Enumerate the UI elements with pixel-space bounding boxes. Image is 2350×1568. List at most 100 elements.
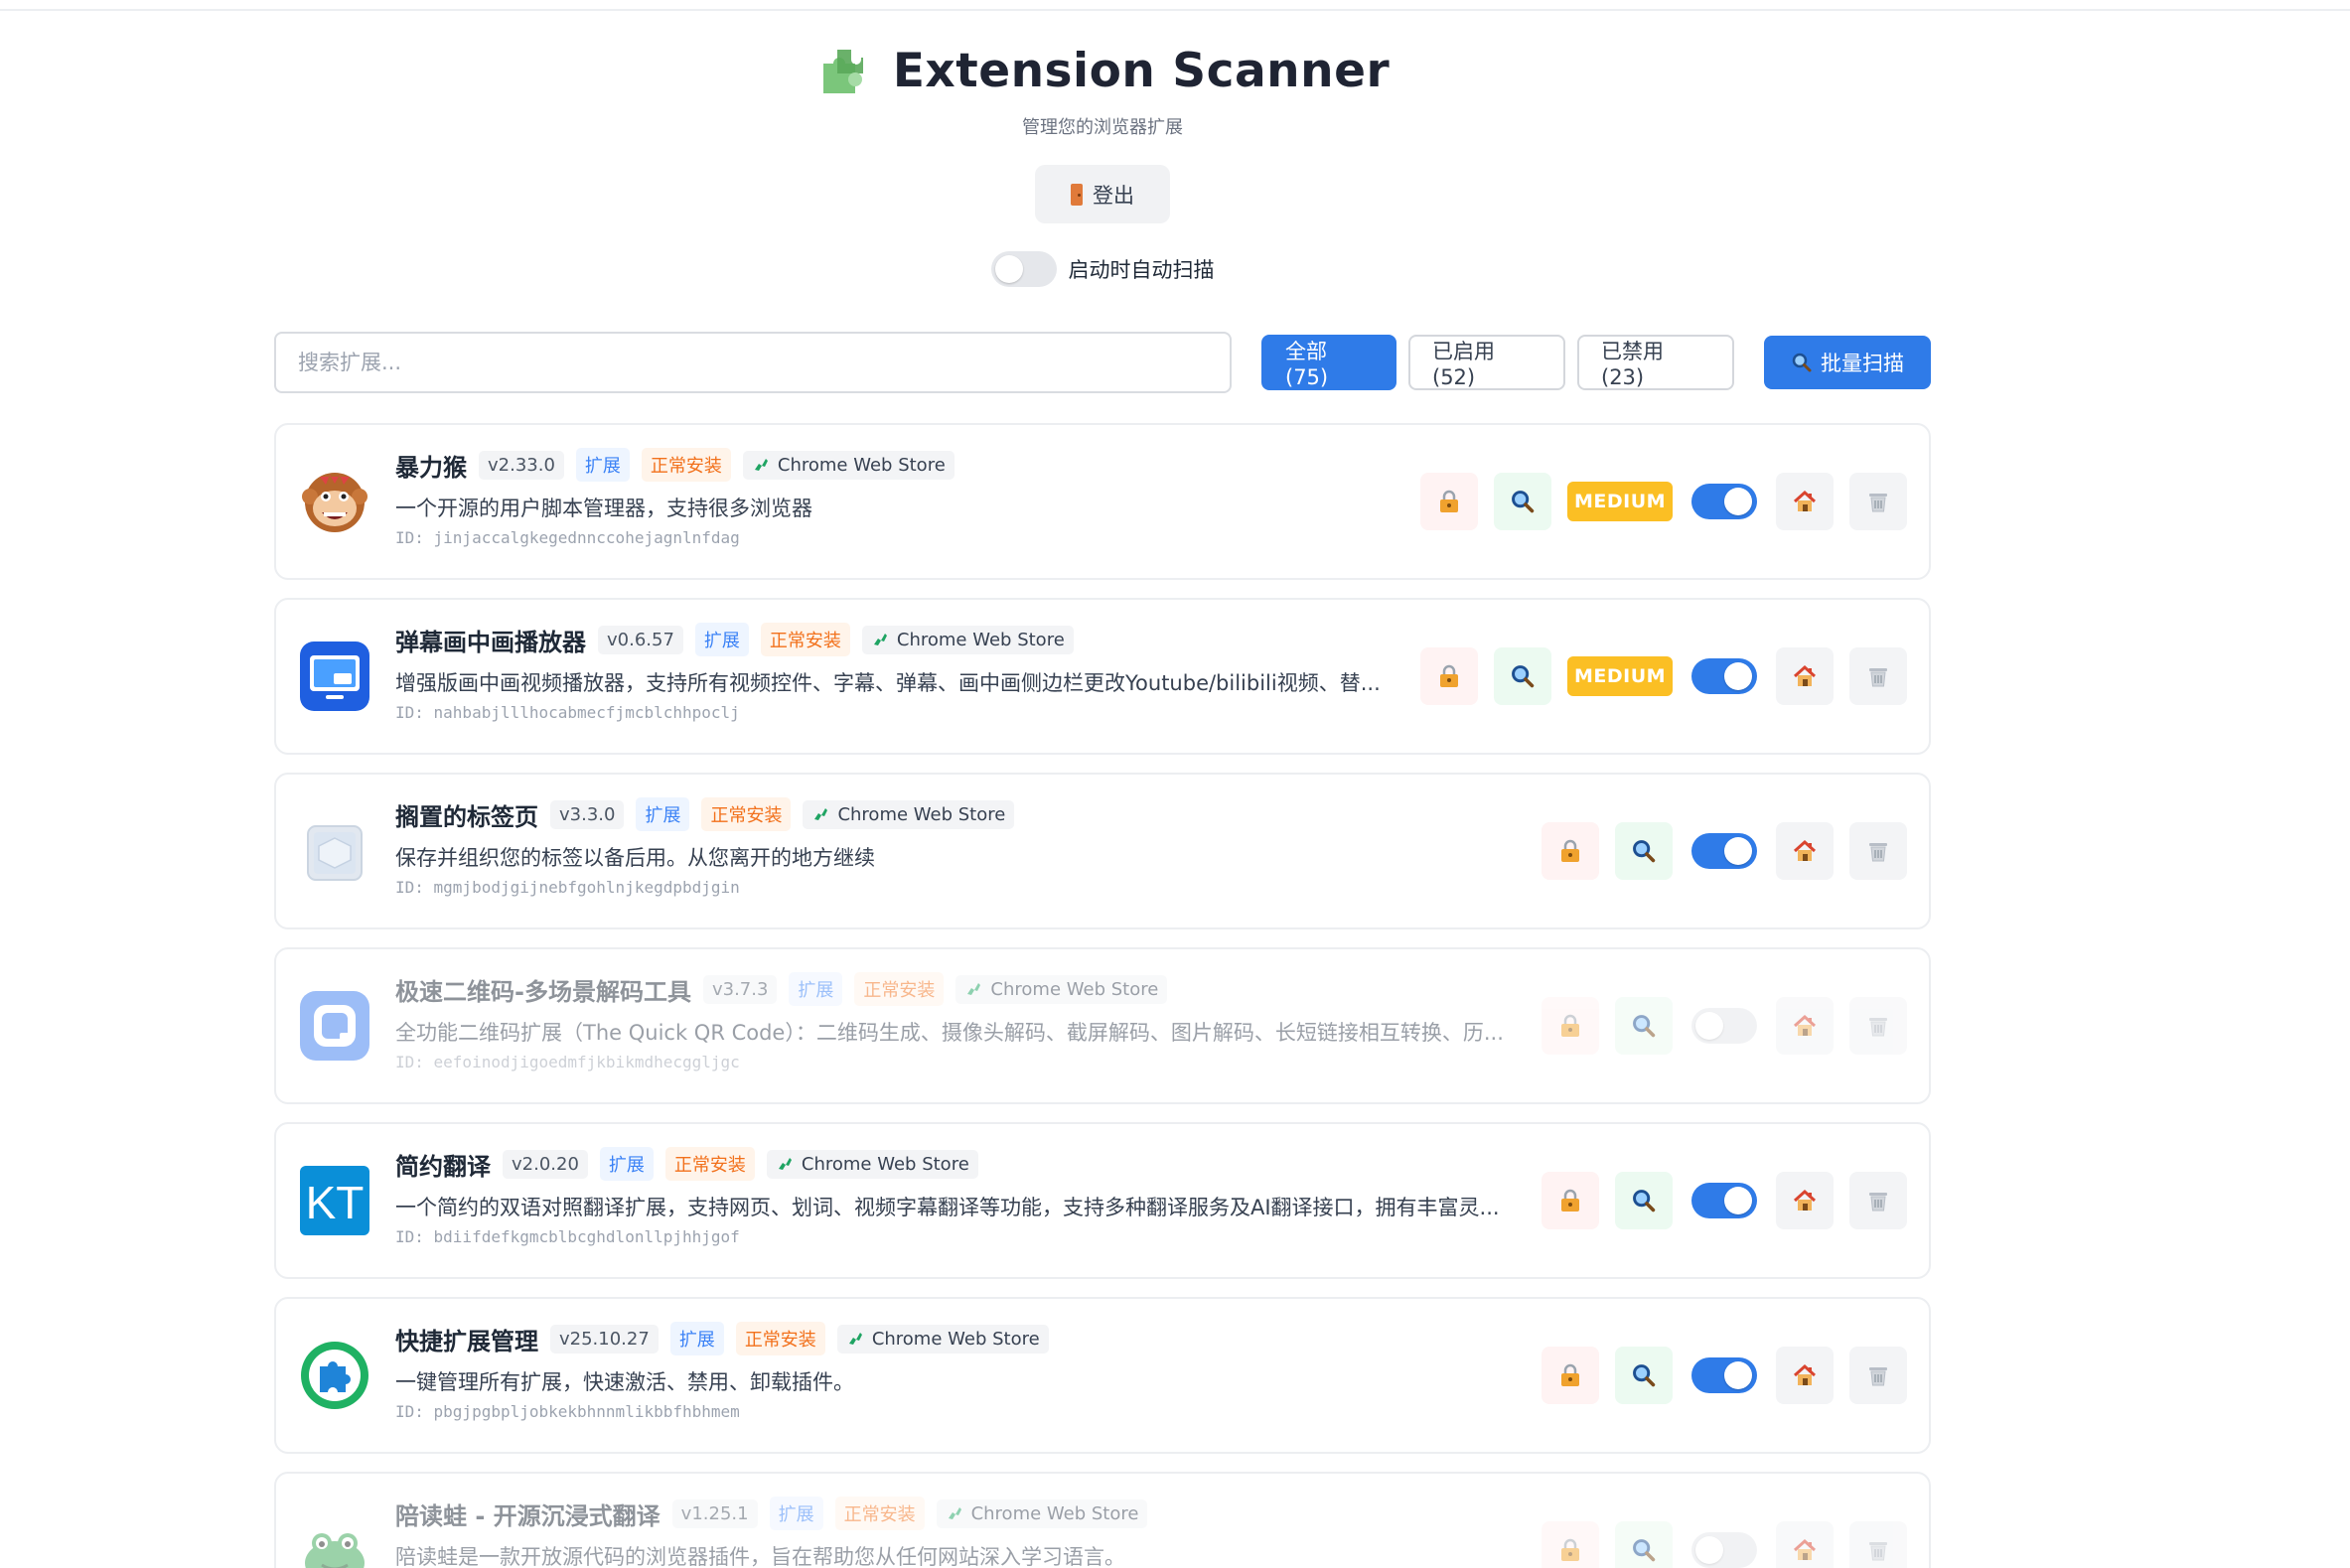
top-divider (0, 0, 2350, 11)
dino-icon (754, 459, 768, 471)
remove-button[interactable] (1849, 1521, 1907, 1568)
store-label: Chrome Web Store (871, 1328, 1040, 1350)
pip-player-icon (298, 640, 371, 713)
enable-toggle[interactable] (1689, 1521, 1760, 1568)
remove-button[interactable] (1849, 473, 1907, 530)
magnifier-icon (1792, 353, 1812, 372)
homepage-button[interactable] (1776, 822, 1834, 880)
lock-icon (1561, 1363, 1579, 1386)
filter-all-button[interactable]: 全部 (75) (1261, 335, 1396, 390)
lock-icon (1561, 1538, 1579, 1561)
extension-card: 弹幕画中画播放器 v0.6.57 扩展 正常安装 Chrome Web Store 增强版… (274, 598, 1931, 755)
trash-icon (1869, 843, 1887, 862)
extension-name: 搁置的标签页 (395, 802, 538, 831)
remove-button[interactable] (1849, 1172, 1907, 1229)
remove-button[interactable] (1849, 647, 1907, 705)
risk-badge[interactable]: MEDIUM (1567, 656, 1673, 696)
batch-scan-button[interactable]: 批量扫描 (1764, 336, 1931, 389)
page-header: Extension Scanner 管理您的浏览器扩展 登出 启动时自动扫描 (0, 38, 2205, 287)
risk-badge[interactable]: MEDIUM (1567, 482, 1673, 521)
trash-icon (1869, 1018, 1887, 1037)
remove-button[interactable] (1849, 822, 1907, 880)
page-subtitle: 管理您的浏览器扩展 (1022, 117, 1183, 138)
extension-actions (1526, 822, 1907, 880)
extension-info: 搁置的标签页 v3.3.0 扩展 正常安装 Chrome Web Store 保存并组织您… (395, 796, 1647, 897)
homepage-button[interactable] (1776, 1347, 1834, 1404)
page-title: Extension Scanner (892, 43, 1391, 98)
magnifier-icon (1633, 1015, 1656, 1038)
extension-actions (1526, 1172, 1907, 1229)
store-badge: Chrome Web Store (955, 974, 1168, 1004)
permissions-button[interactable] (1420, 647, 1478, 705)
extension-name: 快捷扩展管理 (395, 1327, 538, 1355)
version-badge: v3.7.3 (702, 974, 778, 1004)
enable-toggle[interactable] (1689, 997, 1760, 1055)
homepage-button[interactable] (1776, 1521, 1834, 1568)
scan-button[interactable] (1615, 822, 1673, 880)
enable-toggle[interactable] (1689, 647, 1760, 705)
enable-toggle[interactable] (1689, 822, 1760, 880)
logout-label: 登出 (1093, 183, 1134, 208)
permissions-button[interactable] (1542, 1172, 1599, 1229)
extension-info: 简约翻译 v2.0.20 扩展 正常安装 Chrome Web Store 一个简约的双语… (395, 1146, 1647, 1246)
dino-icon (873, 634, 887, 645)
home-icon (1793, 490, 1817, 511)
scan-button[interactable] (1494, 473, 1551, 530)
extension-description: 全功能二维码扩展（The Quick QR Code）：二维码生成、摄像头解码、… (395, 1021, 1504, 1045)
store-label: Chrome Web Store (837, 803, 1006, 825)
install-badge: 正常安装 (854, 972, 945, 1006)
auto-scan-toggle[interactable] (990, 251, 1057, 287)
magnifier-icon (1633, 1364, 1656, 1387)
permissions-button[interactable] (1542, 822, 1599, 880)
remove-button[interactable] (1849, 1347, 1907, 1404)
trash-icon (1869, 668, 1887, 687)
extension-actions (1526, 1521, 1907, 1568)
homepage-button[interactable] (1776, 647, 1834, 705)
store-badge: Chrome Web Store (803, 799, 1015, 829)
magnifier-icon (1633, 1539, 1656, 1562)
lock-icon (1440, 664, 1458, 687)
auto-scan-row: 启动时自动扫描 (0, 251, 2205, 287)
enable-toggle[interactable] (1689, 1172, 1760, 1229)
remove-button[interactable] (1849, 997, 1907, 1055)
version-badge: v2.33.0 (479, 450, 564, 480)
home-icon (1793, 839, 1817, 861)
scan-button[interactable] (1615, 997, 1673, 1055)
extension-actions (1526, 1347, 1907, 1404)
monkey-icon (298, 465, 371, 538)
extension-card: 暴力猴 v2.33.0 扩展 正常安装 Chrome Web Store 一个开源的用户脚… (274, 423, 1931, 580)
puzzle-icon (298, 1339, 371, 1412)
enable-toggle[interactable] (1689, 1347, 1760, 1404)
trash-icon (1869, 494, 1887, 512)
permissions-button[interactable] (1420, 473, 1478, 530)
home-icon (1793, 1189, 1817, 1211)
trash-icon (1869, 1193, 1887, 1212)
extension-card: 搁置的标签页 v3.3.0 扩展 正常安装 Chrome Web Store 保存并组织您… (274, 773, 1931, 929)
permissions-button[interactable] (1542, 1347, 1599, 1404)
search-input[interactable] (274, 332, 1232, 393)
install-badge: 正常安装 (834, 1497, 925, 1530)
install-badge: 正常安装 (641, 448, 731, 482)
homepage-button[interactable] (1776, 997, 1834, 1055)
scan-button[interactable] (1615, 1521, 1673, 1568)
permissions-button[interactable] (1542, 1521, 1599, 1568)
scan-button[interactable] (1494, 647, 1551, 705)
filter-enabled-button[interactable]: 已启用 (52) (1408, 335, 1565, 390)
home-icon (1793, 664, 1817, 686)
scan-button[interactable] (1615, 1172, 1673, 1229)
dino-icon (967, 983, 981, 995)
extension-card: 陪读蛙 - 开源沉浸式翻译 v1.25.1 扩展 正常安装 Chrome Web Sto… (274, 1472, 1931, 1568)
homepage-button[interactable] (1776, 1172, 1834, 1229)
scan-button[interactable] (1615, 1347, 1673, 1404)
logout-button[interactable]: 登出 (1035, 165, 1170, 223)
extension-actions: MEDIUM (1404, 647, 1907, 705)
extension-actions (1526, 997, 1907, 1055)
extension-description: 陪读蛙是一款开放源代码的浏览器插件，旨在帮助您从任何网站深入学习语言。 (395, 1545, 1125, 1568)
enable-toggle[interactable] (1689, 473, 1760, 530)
store-label: Chrome Web Store (990, 978, 1159, 1000)
permissions-button[interactable] (1542, 997, 1599, 1055)
filter-disabled-button[interactable]: 已禁用 (23) (1577, 335, 1734, 390)
auto-scan-label: 启动时自动扫描 (1068, 258, 1215, 282)
homepage-button[interactable] (1776, 473, 1834, 530)
extension-info: 极速二维码-多场景解码工具 v3.7.3 扩展 正常安装 Chrome Web Stor… (395, 971, 1647, 1071)
